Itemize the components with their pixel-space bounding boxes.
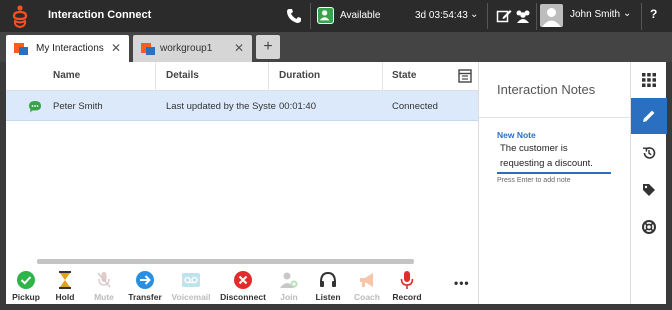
chat-icon (29, 101, 41, 113)
column-header-name[interactable]: Name (53, 70, 80, 81)
record-label: Record (392, 292, 422, 302)
tab-label: workgroup1 (160, 43, 213, 54)
status-selector[interactable]: Available 3d 03:54:43 ⌄ (310, 3, 488, 29)
mic-off-icon (97, 272, 111, 288)
interactions-icon (14, 43, 28, 55)
tab-bar: My Interactions ✕ workgroup1 ✕ (0, 32, 672, 62)
column-header-details[interactable]: Details (166, 70, 199, 81)
apps-grid-button[interactable] (631, 62, 667, 98)
megaphone-icon (360, 273, 373, 287)
notes-rail-button[interactable] (631, 98, 667, 134)
hourglass-icon (59, 271, 71, 289)
new-note-input[interactable]: The customer is requesting a discount. (497, 141, 611, 174)
notes-title: Interaction Notes (497, 82, 596, 97)
row-state: Connected (392, 101, 438, 112)
check-circle-icon (17, 271, 35, 289)
row-details: Last updated by the Syste (166, 101, 276, 112)
chevron-down-icon: ⌄ (470, 9, 479, 20)
tab-my-interactions[interactable]: My Interactions ✕ (6, 35, 129, 62)
note-text-line: The customer is (500, 143, 568, 154)
x-circle-icon (234, 271, 252, 289)
row-duration: 00:01:40 (279, 101, 316, 112)
app-title: Interaction Connect (48, 9, 152, 21)
history-icon (643, 147, 656, 159)
table-row[interactable]: Peter Smith Last updated by the Syste 00… (6, 91, 478, 121)
column-divider[interactable] (268, 62, 269, 91)
interaction-toolbar: Pickup Hold Mute Transfer Voicemail Disc… (6, 264, 478, 304)
column-settings-icon[interactable] (458, 69, 472, 83)
lifebuoy-icon (642, 220, 656, 234)
column-header-duration[interactable]: Duration (279, 70, 320, 81)
close-icon[interactable]: ✕ (234, 41, 244, 55)
grid-icon (642, 73, 656, 87)
interaction-notes-panel: Interaction Notes New Note The customer … (478, 62, 631, 304)
pencil-icon (643, 110, 655, 122)
workgroup-icon (141, 43, 155, 55)
status-label: Available (340, 10, 381, 21)
close-icon[interactable]: ✕ (111, 41, 121, 55)
support-rail-button[interactable] (631, 209, 667, 245)
arrow-right-circle-icon (136, 271, 154, 289)
group-icon[interactable] (514, 8, 532, 24)
chevron-down-icon[interactable]: ⌄ (623, 8, 631, 19)
voicemail-icon (182, 273, 200, 287)
voicemail-button[interactable]: Voicemail (168, 270, 214, 302)
side-rail (630, 62, 667, 304)
microphone-icon (400, 271, 414, 289)
column-header-state[interactable]: State (392, 70, 416, 81)
column-divider[interactable] (382, 62, 383, 91)
note-hint: Press Enter to add note (497, 177, 571, 184)
add-tab-button[interactable]: + (256, 35, 280, 59)
voicemail-label: Voicemail (171, 292, 211, 302)
header-divider (536, 3, 537, 30)
mute-button[interactable]: Mute (81, 270, 127, 302)
more-actions-button[interactable]: ••• (454, 276, 470, 290)
top-bar: Interaction Connect Available 3d 03:54:4… (0, 0, 672, 32)
notes-divider (479, 117, 631, 118)
header-divider (641, 3, 642, 30)
column-divider[interactable] (155, 62, 156, 91)
headset-icon (320, 271, 336, 287)
row-name: Peter Smith (53, 101, 103, 112)
avatar[interactable] (540, 4, 563, 27)
available-status-icon (317, 7, 334, 24)
history-rail-button[interactable] (631, 135, 667, 171)
disconnect-label: Disconnect (220, 292, 266, 302)
tag-icon (643, 184, 655, 196)
edit-note-icon[interactable] (496, 8, 512, 24)
transfer-label: Transfer (128, 292, 162, 302)
genesys-logo (12, 5, 28, 28)
user-name[interactable]: John Smith (570, 9, 620, 20)
note-text-line: requesting a discount. (500, 158, 593, 169)
status-duration: 3d 03:54:43 (415, 10, 468, 21)
tab-label: My Interactions (36, 43, 104, 54)
record-button[interactable]: Record (384, 270, 430, 302)
phone-icon[interactable] (286, 8, 302, 24)
tab-workgroup1[interactable]: workgroup1 ✕ (133, 35, 252, 62)
transfer-button[interactable]: Transfer (122, 270, 168, 302)
new-note-label: New Note (497, 130, 536, 140)
disconnect-button[interactable]: Disconnect (220, 270, 266, 302)
help-button[interactable]: ? (650, 7, 657, 21)
add-user-icon (280, 272, 298, 288)
grid-header: Name Details Duration State (6, 62, 478, 91)
mute-label: Mute (94, 292, 114, 302)
tag-rail-button[interactable] (631, 172, 667, 208)
